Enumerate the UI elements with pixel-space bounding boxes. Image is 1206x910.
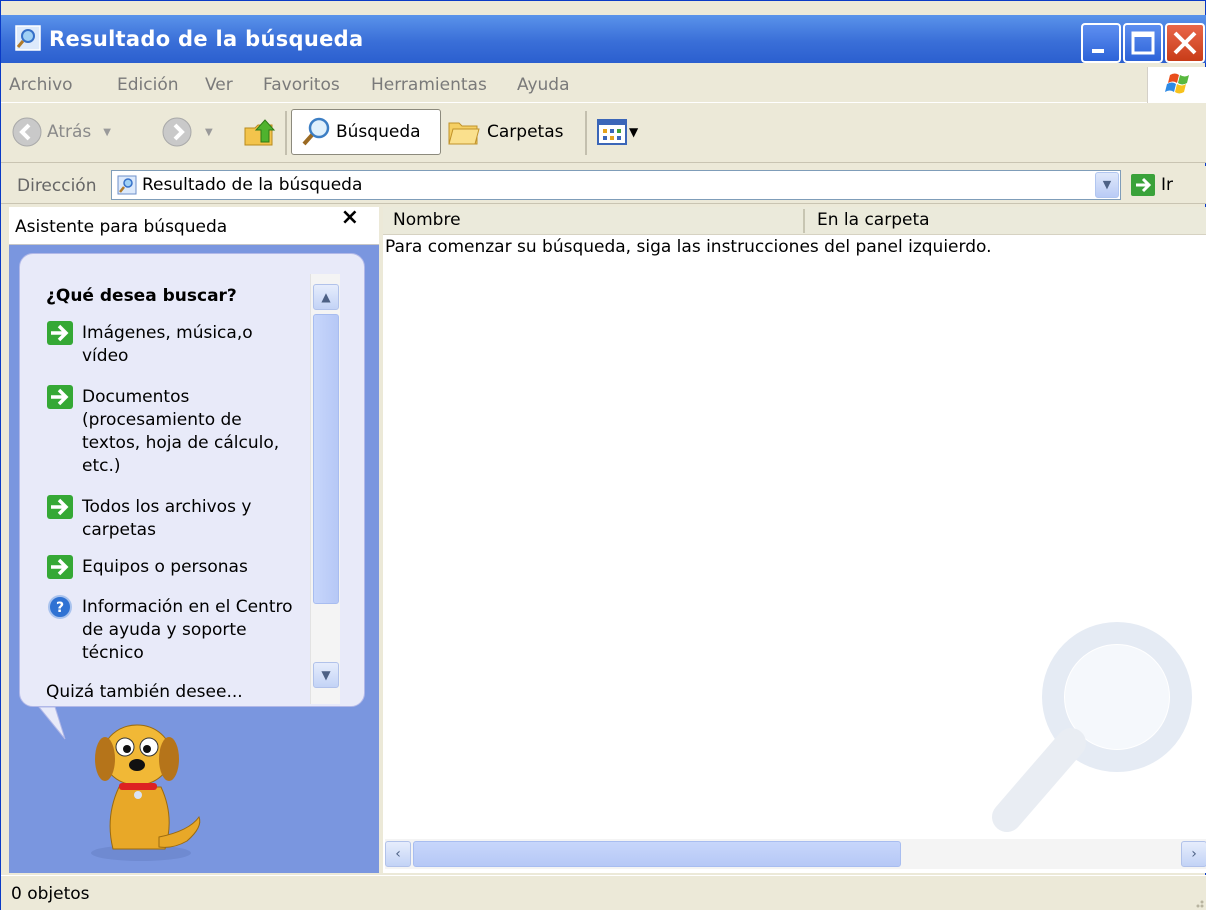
bubble-scrollbar[interactable]: ▲ ▼ xyxy=(310,274,340,704)
address-label: Dirección xyxy=(17,176,97,196)
maximize-icon xyxy=(1131,31,1155,55)
go-label: Ir xyxy=(1161,175,1174,195)
more-options-link[interactable]: Quizá también desee... xyxy=(46,682,243,702)
column-header: Nombre En la carpeta xyxy=(383,207,1206,235)
scroll-right-button[interactable]: › xyxy=(1181,841,1206,867)
column-folder[interactable]: En la carpeta xyxy=(817,210,930,230)
forward-arrow-icon xyxy=(162,117,192,147)
option-all-files-label: Todos los archivos y carpetas xyxy=(82,497,252,540)
search-results-icon xyxy=(117,175,137,195)
menu-bar: Archivo Edición Ver Favoritos Herramient… xyxy=(1,67,1206,103)
maximize-button[interactable] xyxy=(1123,23,1163,63)
menu-ver[interactable]: Ver xyxy=(205,75,233,95)
windows-flag-icon xyxy=(1165,73,1189,94)
close-icon xyxy=(1173,31,1197,55)
search-companion-pane: Asistente para búsqueda × ¿Qué desea bus… xyxy=(9,205,379,873)
watermark-magnifier-icon xyxy=(992,622,1192,832)
back-dropdown-icon[interactable]: ▼ xyxy=(103,127,111,138)
folders-icon xyxy=(448,122,480,145)
back-button[interactable]: Atrás ▼ xyxy=(11,109,111,155)
option-all-files[interactable]: Todos los archivos y carpetas xyxy=(46,495,302,542)
forward-button[interactable]: ▼ xyxy=(161,109,213,155)
svg-text:?: ? xyxy=(56,600,64,616)
green-arrow-icon xyxy=(47,385,73,409)
forward-dropdown-icon[interactable]: ▼ xyxy=(205,127,213,138)
minimize-button[interactable] xyxy=(1081,23,1121,63)
go-button[interactable]: Ir xyxy=(1131,174,1173,196)
window-title: Resultado de la búsqueda xyxy=(49,27,364,51)
views-icon xyxy=(597,119,627,145)
green-arrow-icon xyxy=(47,495,73,519)
option-media-label: Imágenes, música,o vídeo xyxy=(82,323,253,366)
green-arrow-icon xyxy=(47,555,73,579)
address-bar: Dirección Resultado de la búsqueda ▼ Ir xyxy=(1,166,1206,204)
close-button[interactable] xyxy=(1165,23,1205,63)
option-help-center-label: Información en el Centro de ayuda y sopo… xyxy=(82,597,293,663)
menu-archivo[interactable]: Archivo xyxy=(9,75,73,95)
rover-dog-character xyxy=(91,724,201,861)
menu-herramientas[interactable]: Herramientas xyxy=(371,75,487,95)
search-toggle-button[interactable]: Búsqueda xyxy=(291,109,441,155)
scroll-down-button[interactable]: ▼ xyxy=(313,662,339,688)
scroll-left-button[interactable]: ‹ xyxy=(385,841,411,867)
toolbar-separator xyxy=(285,111,287,155)
standard-toolbar: Atrás ▼ ▼ Búsqueda Carpetas ▼ xyxy=(1,103,1206,163)
results-pane: Nombre En la carpeta Para comenzar su bú… xyxy=(383,207,1206,873)
scroll-up-button[interactable]: ▲ xyxy=(313,284,339,310)
explorer-window: Resultado de la búsqueda Archivo Edición… xyxy=(0,0,1206,910)
column-name[interactable]: Nombre xyxy=(393,210,461,230)
option-computers[interactable]: Equipos o personas xyxy=(46,555,302,580)
minimize-icon xyxy=(1092,49,1104,53)
back-arrow-icon xyxy=(12,117,42,147)
views-dropdown-icon: ▼ xyxy=(629,125,639,139)
address-value: Resultado de la búsqueda xyxy=(142,175,363,195)
bubble-tail xyxy=(38,707,66,740)
search-question: ¿Qué desea buscar? xyxy=(46,286,237,306)
up-folder-button[interactable] xyxy=(241,109,277,155)
resize-grip-icon[interactable] xyxy=(1189,893,1205,909)
search-pane-header: Asistente para búsqueda × xyxy=(9,205,379,245)
title-bar[interactable]: Resultado de la búsqueda xyxy=(1,15,1206,63)
option-documents[interactable]: Documentos (procesamiento de textos, hoj… xyxy=(46,385,302,478)
folders-button[interactable]: Carpetas xyxy=(447,109,563,155)
column-separator[interactable] xyxy=(803,209,805,233)
green-arrow-icon xyxy=(47,321,73,345)
h-scroll-thumb[interactable] xyxy=(413,841,901,867)
views-button[interactable]: ▼ xyxy=(597,109,638,155)
option-computers-label: Equipos o personas xyxy=(82,557,248,577)
close-pane-icon[interactable]: × xyxy=(341,205,359,230)
toolbar-separator xyxy=(585,111,587,155)
help-icon: ? xyxy=(48,595,72,619)
results-message: Para comenzar su búsqueda, siga las inst… xyxy=(385,237,992,257)
horizontal-scrollbar[interactable]: ‹ › xyxy=(385,839,1206,869)
windows-logo xyxy=(1147,67,1206,103)
status-text: 0 objetos xyxy=(11,884,90,904)
go-arrow-icon xyxy=(1131,174,1155,196)
status-bar: 0 objetos xyxy=(1,875,1206,910)
address-dropdown-button[interactable]: ▼ xyxy=(1095,172,1119,198)
menu-edicion[interactable]: Edición xyxy=(117,75,179,95)
folders-label: Carpetas xyxy=(487,122,564,142)
scroll-thumb[interactable] xyxy=(313,314,339,604)
option-help-center[interactable]: ? Información en el Centro de ayuda y so… xyxy=(46,595,302,665)
address-input[interactable]: Resultado de la búsqueda ▼ xyxy=(111,170,1121,200)
option-media[interactable]: Imágenes, música,o vídeo xyxy=(46,321,302,368)
back-label: Atrás xyxy=(47,122,92,142)
search-label: Búsqueda xyxy=(336,122,421,142)
menu-ayuda[interactable]: Ayuda xyxy=(517,75,570,95)
search-bubble: ¿Qué desea buscar? Imágenes, música,o ví… xyxy=(19,253,365,707)
magnifier-icon xyxy=(302,117,330,146)
option-documents-label: Documentos (procesamiento de textos, hoj… xyxy=(82,387,280,476)
search-window-icon xyxy=(15,25,41,51)
search-pane-title: Asistente para búsqueda xyxy=(15,217,228,237)
menu-favoritos[interactable]: Favoritos xyxy=(263,75,340,95)
up-folder-icon xyxy=(244,119,276,146)
